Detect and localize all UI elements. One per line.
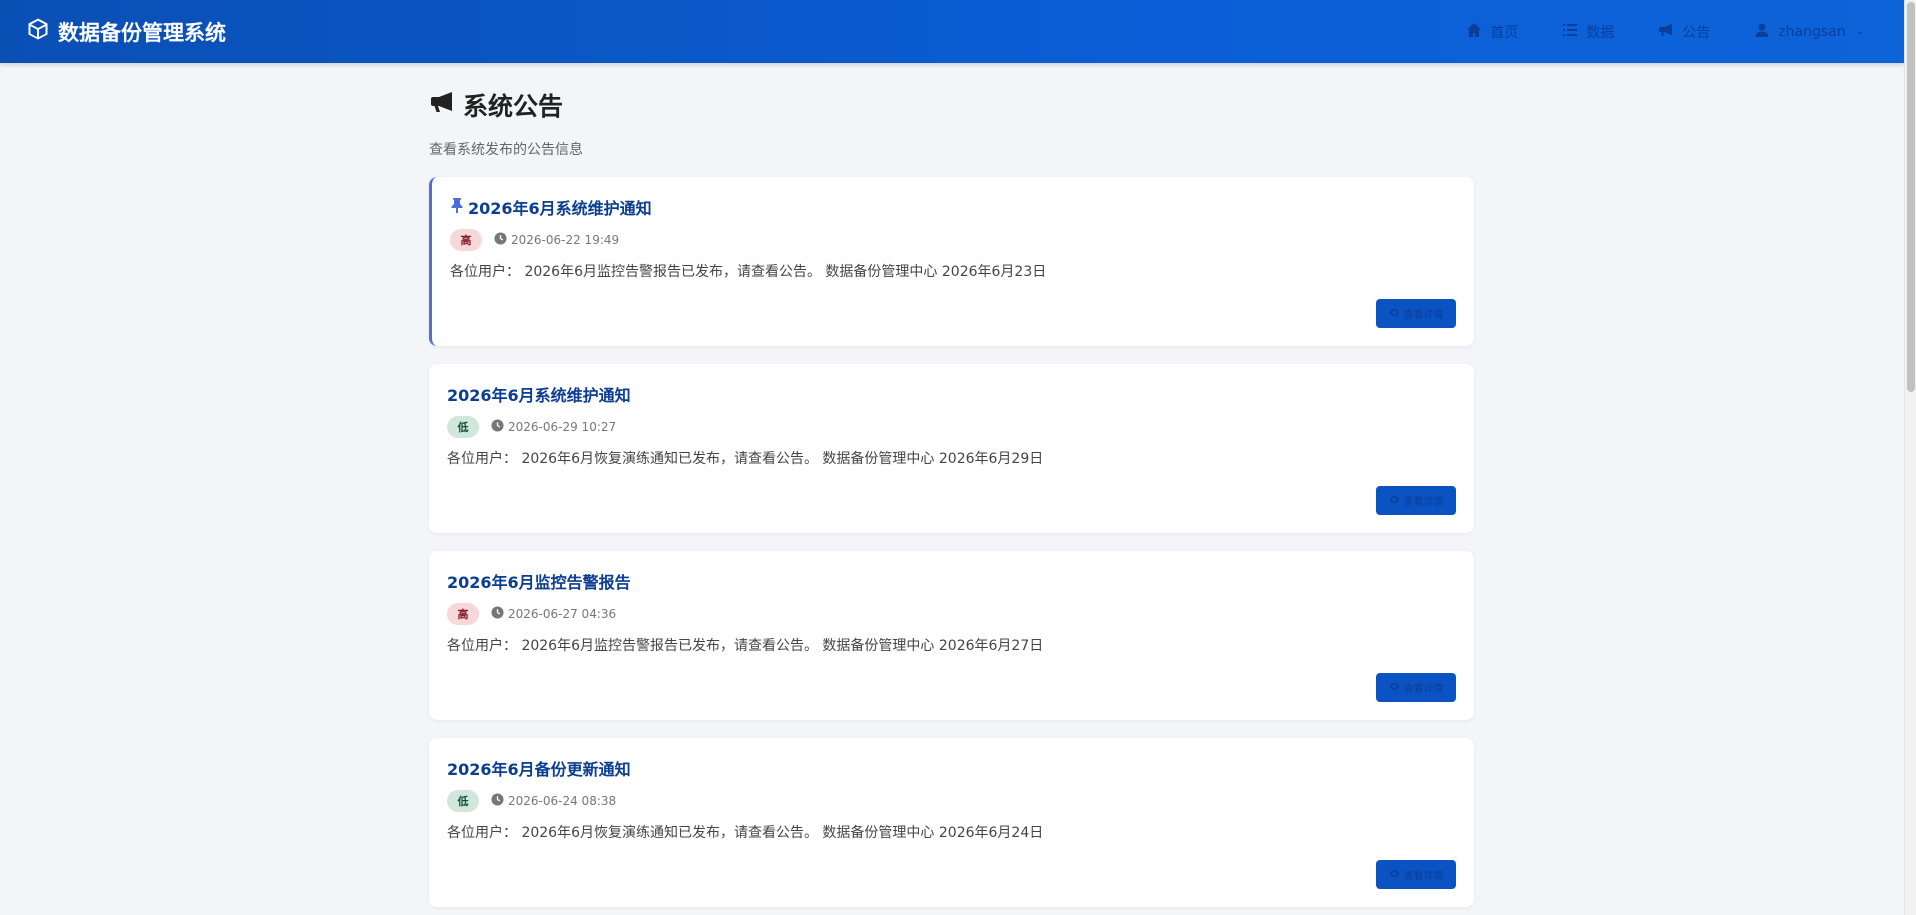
top-navbar: 数据备份管理系统 首页 数据 公告 zhangsan ⌄ [0, 0, 1904, 63]
announcement-card: 2026年6月系统维护通知 低 2026-06-29 10:27 各位用户： 2… [429, 364, 1474, 533]
page-subtitle: 查看系统发布的公告信息 [429, 142, 583, 158]
priority-badge: 低 [447, 790, 479, 812]
eye-icon [1389, 494, 1400, 508]
announcement-datetime: 2026-06-29 10:27 [508, 420, 617, 434]
nav-menu: 首页 数据 公告 zhangsan ⌄ [1422, 0, 1864, 63]
megaphone-icon [1658, 22, 1674, 42]
announcement-content: 各位用户： 2026年6月恢复演练通知已发布，请查看公告。 数据备份管理中心 2… [447, 451, 1044, 467]
user-name: zhangsan [1778, 23, 1846, 40]
nav-home-label: 首页 [1490, 24, 1519, 41]
view-detail-label: 查看详情 [1403, 310, 1444, 321]
announcement-title: 2026年6月系统维护通知 [468, 199, 652, 218]
announcement-title: 2026年6月系统维护通知 [447, 386, 631, 405]
nav-home[interactable]: 首页 [1466, 22, 1518, 42]
announcement-card: 2026年6月备份更新通知 低 2026-06-24 08:38 各位用户： 2… [429, 738, 1474, 907]
nav-data-label: 数据 [1586, 24, 1615, 41]
eye-icon [1389, 681, 1400, 695]
announcement-meta: 低 2026-06-24 08:38 [447, 790, 1456, 812]
view-detail-button[interactable]: 查看详情 [1376, 299, 1456, 328]
eye-icon [1389, 868, 1400, 882]
announcement-meta: 高 2026-06-27 04:36 [447, 603, 1456, 625]
page-title: 系统公告 [429, 87, 1474, 123]
announcement-meta: 低 2026-06-29 10:27 [447, 416, 1456, 438]
view-detail-button[interactable]: 查看详情 [1376, 673, 1456, 702]
scrollbar-thumb[interactable] [1907, 2, 1915, 392]
announcement-title-row[interactable]: 2026年6月监控告警报告 [447, 569, 1456, 593]
nav-announcements-label: 公告 [1682, 24, 1711, 41]
announcement-datetime: 2026-06-22 19:49 [511, 233, 620, 247]
view-detail-button[interactable]: 查看详情 [1376, 486, 1456, 515]
announcement-date: 2026-06-27 04:36 [491, 606, 616, 622]
announcement-datetime: 2026-06-24 08:38 [508, 794, 617, 808]
announcement-title-row[interactable]: 2026年6月备份更新通知 [447, 756, 1456, 780]
announcement-list: 2026年6月系统维护通知 高 2026-06-22 19:49 各位用户： 2… [429, 177, 1474, 907]
view-detail-label: 查看详情 [1403, 684, 1444, 695]
user-icon [1754, 22, 1770, 42]
view-detail-label: 查看详情 [1403, 497, 1444, 508]
priority-badge: 高 [447, 603, 479, 625]
clock-icon [491, 793, 504, 809]
brand[interactable]: 数据备份管理系统 [26, 0, 226, 63]
announcement-meta: 高 2026-06-22 19:49 [450, 229, 1456, 251]
chevron-down-icon: ⌄ [1855, 26, 1864, 37]
nav-announcements[interactable]: 公告 [1658, 22, 1710, 42]
announcement-card: 2026年6月系统维护通知 高 2026-06-22 19:49 各位用户： 2… [429, 177, 1474, 346]
main-content: 系统公告 查看系统发布的公告信息 2026年6月系统维护通知 高 2026-06… [429, 63, 1474, 907]
eye-icon [1389, 307, 1400, 321]
announcement-title-row[interactable]: 2026年6月系统维护通知 [447, 382, 1456, 406]
announcement-content: 各位用户： 2026年6月监控告警报告已发布，请查看公告。 数据备份管理中心 2… [447, 638, 1044, 654]
clock-icon [491, 606, 504, 622]
announcement-date: 2026-06-24 08:38 [491, 793, 616, 809]
priority-badge: 高 [450, 229, 482, 251]
announcement-datetime: 2026-06-27 04:36 [508, 607, 617, 621]
brand-title: 数据备份管理系统 [58, 20, 226, 45]
view-detail-label: 查看详情 [1403, 871, 1444, 882]
announcement-date: 2026-06-22 19:49 [494, 232, 619, 248]
thumbtack-icon [450, 197, 464, 217]
vertical-scrollbar[interactable] [1904, 0, 1916, 915]
announcement-date: 2026-06-29 10:27 [491, 419, 616, 435]
view-detail-button[interactable]: 查看详情 [1376, 860, 1456, 889]
user-menu[interactable]: zhangsan ⌄ [1754, 22, 1864, 42]
page-title-text: 系统公告 [463, 92, 564, 121]
cube-icon [26, 17, 50, 46]
clock-icon [494, 232, 507, 248]
clock-icon [491, 419, 504, 435]
priority-badge: 低 [447, 416, 479, 438]
megaphone-icon [429, 90, 455, 120]
announcement-title-row[interactable]: 2026年6月系统维护通知 [450, 195, 1456, 219]
announcement-card: 2026年6月监控告警报告 高 2026-06-27 04:36 各位用户： 2… [429, 551, 1474, 720]
announcement-title: 2026年6月监控告警报告 [447, 573, 631, 592]
list-icon [1562, 22, 1578, 42]
announcement-title: 2026年6月备份更新通知 [447, 760, 631, 779]
announcement-content: 各位用户： 2026年6月监控告警报告已发布，请查看公告。 数据备份管理中心 2… [450, 264, 1047, 280]
home-icon [1466, 22, 1482, 42]
nav-data[interactable]: 数据 [1562, 22, 1614, 42]
announcement-content: 各位用户： 2026年6月恢复演练通知已发布，请查看公告。 数据备份管理中心 2… [447, 825, 1044, 841]
